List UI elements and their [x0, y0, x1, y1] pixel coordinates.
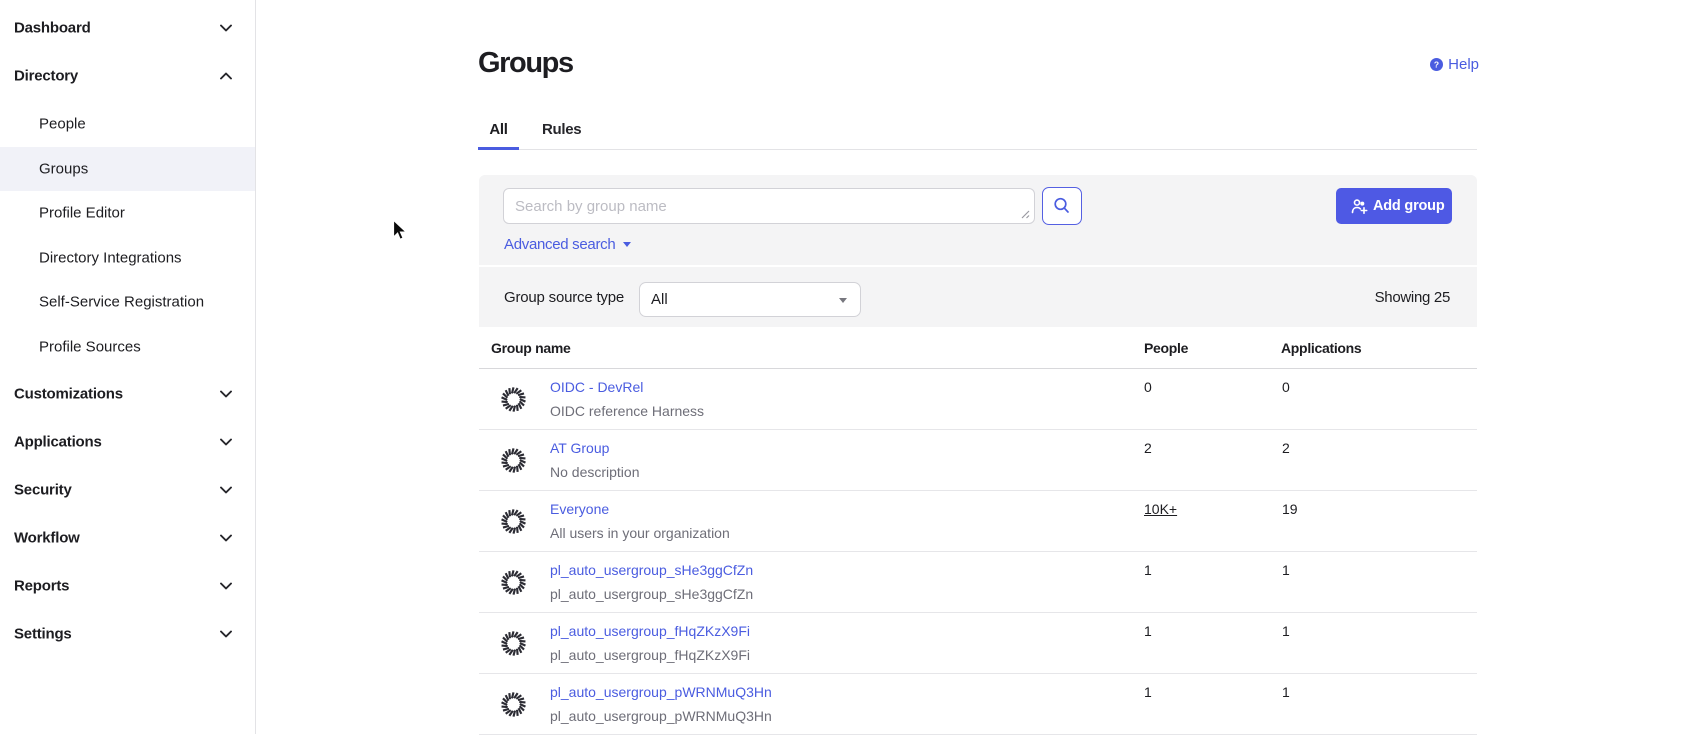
- svg-text:?: ?: [1434, 59, 1439, 69]
